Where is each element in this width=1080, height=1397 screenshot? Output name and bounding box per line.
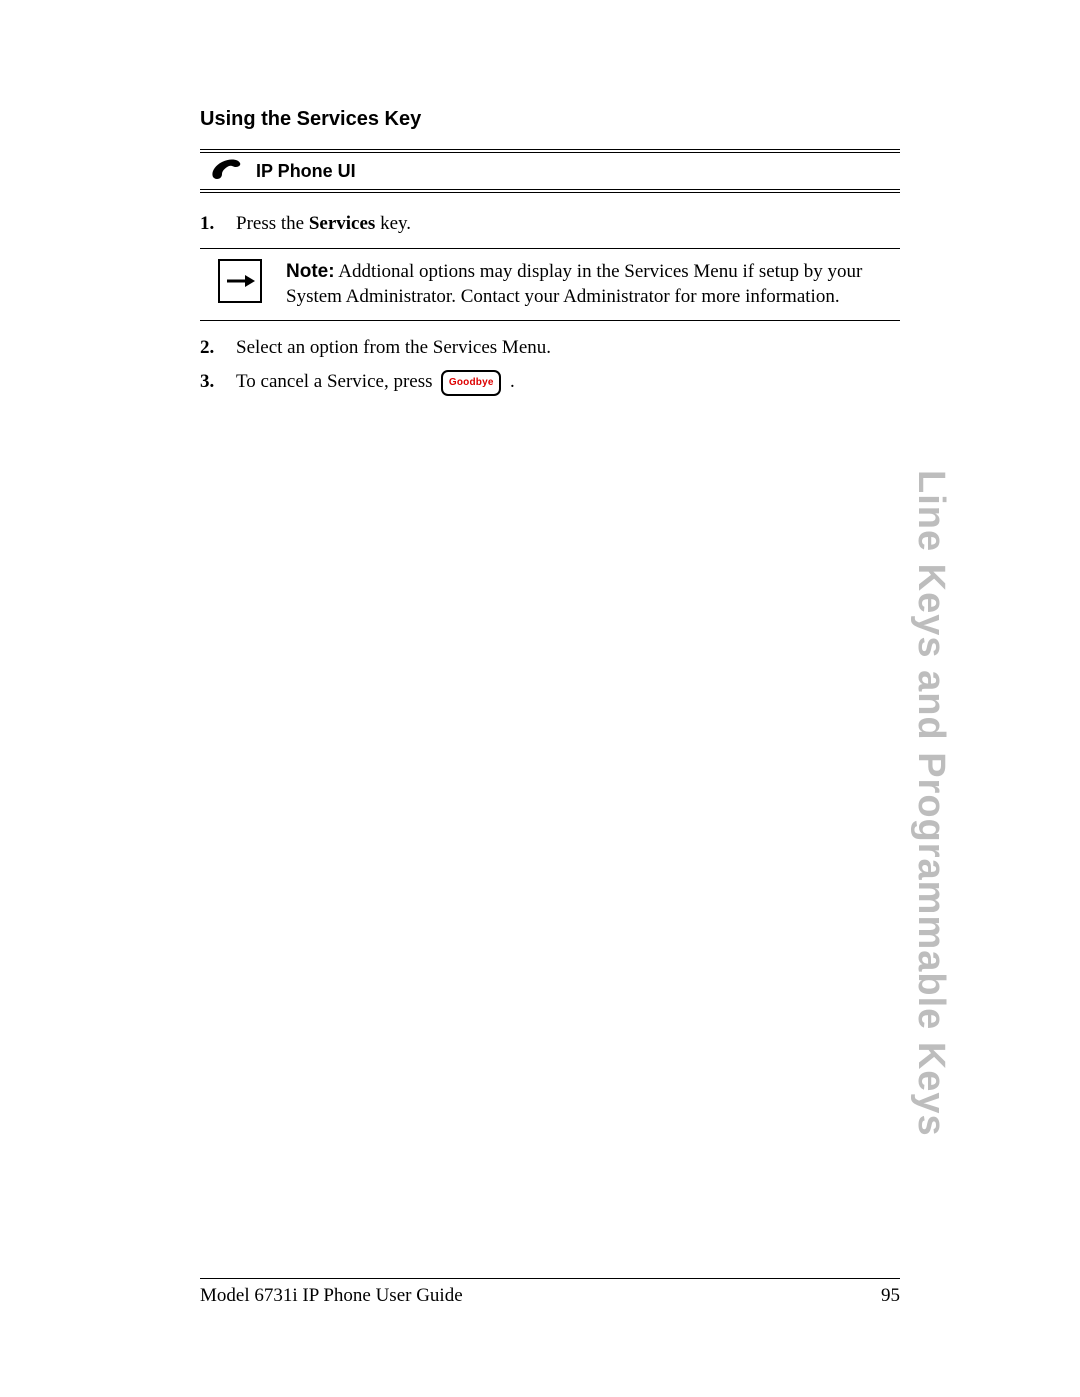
text-post: . xyxy=(510,371,515,392)
note-body: Addtional options may display in the Ser… xyxy=(286,261,862,308)
step-3: 3. To cancel a Service, press Goodbye . xyxy=(200,365,900,400)
document-page: Using the Services Key IP Phone UI 1. Pr… xyxy=(0,0,1080,1397)
step-text: To cancel a Service, press Goodbye . xyxy=(236,369,900,396)
step-2: 2. Select an option from the Services Me… xyxy=(200,331,900,366)
step-text: Select an option from the Services Menu. xyxy=(236,335,900,362)
text-bold: Services xyxy=(309,213,375,234)
phone-handset-icon xyxy=(210,159,244,183)
ui-banner: IP Phone UI xyxy=(200,149,900,193)
note-lead: Note: xyxy=(286,261,335,282)
goodbye-key-label: Goodbye xyxy=(449,376,494,390)
goodbye-key-icon: Goodbye xyxy=(441,370,501,396)
step-number: 1. xyxy=(200,211,222,238)
note-text: Note: Addtional options may display in t… xyxy=(286,259,900,310)
page-number: 95 xyxy=(881,1285,900,1307)
step-1: 1. Press the Services key. xyxy=(200,207,900,242)
arrow-right-icon xyxy=(218,259,262,303)
side-tab-label: Line Keys and Programmable Keys xyxy=(909,470,952,1137)
text-pre: Press the xyxy=(236,213,309,234)
steps-list: 1. Press the Services key. Note: Addtion… xyxy=(200,207,900,400)
step-number: 3. xyxy=(200,369,222,396)
footer-title: Model 6731i IP Phone User Guide xyxy=(200,1285,463,1307)
step-number: 2. xyxy=(200,335,222,362)
page-footer: Model 6731i IP Phone User Guide 95 xyxy=(200,1278,900,1307)
section-heading: Using the Services Key xyxy=(200,108,900,131)
note-block: Note: Addtional options may display in t… xyxy=(200,248,900,321)
text-post: key. xyxy=(375,213,411,234)
text-pre: To cancel a Service, press xyxy=(236,371,437,392)
step-text: Press the Services key. xyxy=(236,211,900,238)
footer-rule xyxy=(200,1278,900,1279)
banner-label: IP Phone UI xyxy=(256,161,356,182)
